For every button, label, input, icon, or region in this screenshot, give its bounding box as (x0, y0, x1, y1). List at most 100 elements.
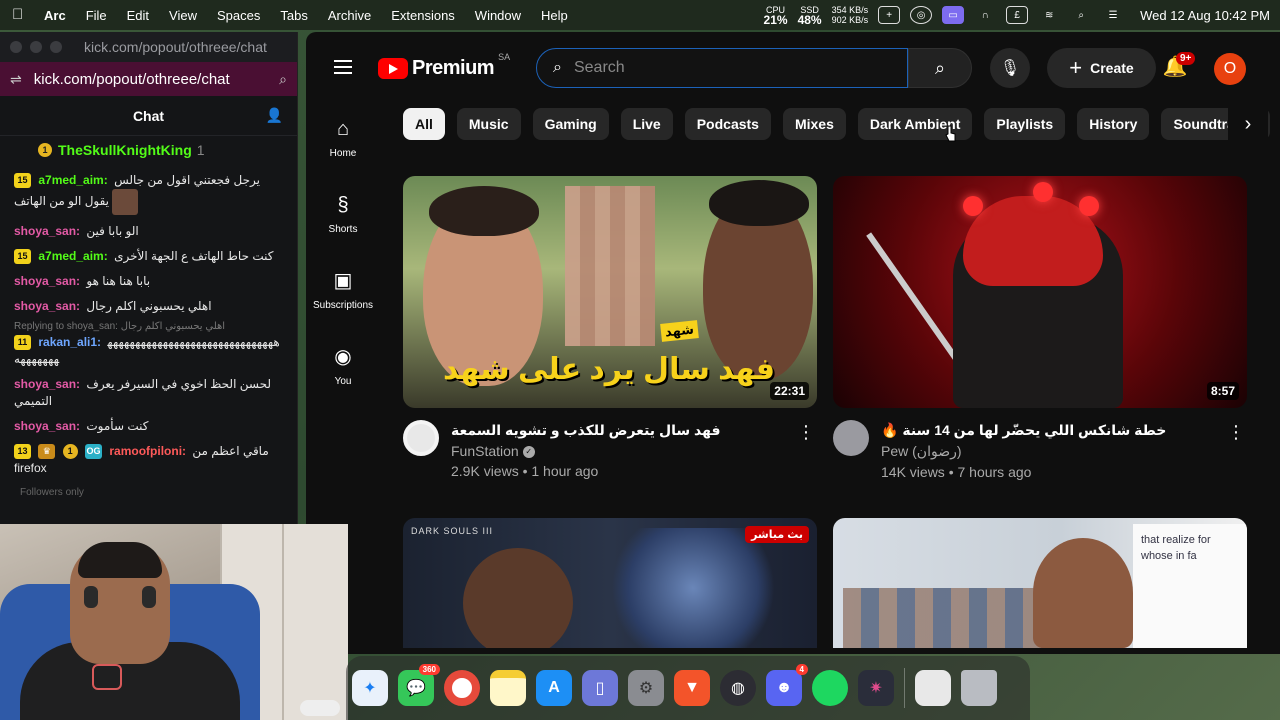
keyboard-language-icon[interactable]: £ (1006, 6, 1029, 24)
youtube-play-icon (378, 58, 408, 79)
notifications-button[interactable]: 🔔 9+ (1160, 52, 1196, 84)
kick-address-bar[interactable]: ⇌ kick.com/popout/othreee/chat ⌕ (0, 62, 297, 96)
menu-file[interactable]: File (86, 8, 107, 23)
account-avatar[interactable]: O (1214, 53, 1246, 85)
chat-username[interactable]: shoya_san: (14, 224, 80, 238)
chat-username[interactable]: rakan_ali1: (38, 335, 101, 349)
chip-all[interactable]: All (403, 108, 445, 140)
menu-extensions[interactable]: Extensions (391, 8, 455, 23)
nav-home[interactable]: ⌂ Home (306, 104, 380, 180)
menu-view[interactable]: View (169, 8, 197, 23)
chrome-icon[interactable] (444, 670, 480, 706)
video-title[interactable]: فهد سال يتعرض للكذب و تشويه السمعة (451, 420, 817, 440)
safari-icon[interactable]: ✦ (352, 670, 388, 706)
search-button[interactable]: ⌕ (908, 48, 972, 88)
channel-avatar[interactable] (403, 420, 439, 456)
close-window-icon[interactable] (10, 41, 22, 53)
search-box[interactable]: ⌕ (536, 48, 908, 88)
discord-icon[interactable]: ☻ 4 (766, 664, 808, 706)
network-stat[interactable]: 354 KB/s 902 KB/s (832, 5, 869, 25)
chip-music[interactable]: Music (456, 108, 521, 140)
video-card[interactable]: DARK SOULS III بث مباشر (403, 518, 817, 648)
control-center-icon[interactable]: ☰ (1102, 6, 1124, 24)
brave-icon[interactable]: ▼ (674, 670, 710, 706)
search-input[interactable] (573, 59, 874, 77)
menu-edit[interactable]: Edit (127, 8, 149, 23)
video-card[interactable]: شهد فهد سال يرد على شهد 22:31 فهد سال يت… (403, 176, 817, 479)
voice-search-button[interactable]: 🎙 (990, 48, 1030, 88)
messages-icon[interactable]: 💬 360 (398, 664, 440, 706)
davinci-icon[interactable]: ✷ (858, 670, 894, 706)
chip-mixes[interactable]: Mixes (782, 108, 846, 140)
spotify-icon[interactable] (812, 670, 848, 706)
app-store-icon[interactable]: A (536, 670, 572, 706)
menu-spaces[interactable]: Spaces (217, 8, 260, 23)
menu-tabs[interactable]: Tabs (280, 8, 307, 23)
video-thumbnail[interactable]: 8:57 (833, 176, 1247, 408)
nav-label: Shorts (328, 224, 358, 235)
chat-header: Chat 👤 (0, 96, 297, 136)
cpu-stat[interactable]: CPU 21% (764, 5, 788, 26)
clock[interactable]: Wed 12 Aug 10:42 PM (1140, 8, 1270, 23)
nav-subscriptions[interactable]: ▣ Subscriptions (306, 256, 380, 332)
chip-playlists[interactable]: Playlists (984, 108, 1066, 140)
pixelated-face (565, 186, 655, 346)
chat-username[interactable]: shoya_san: (14, 419, 80, 433)
chat-username[interactable]: shoya_san: (14, 299, 80, 313)
menu-archive[interactable]: Archive (328, 8, 371, 23)
screenshot-icon[interactable]: + (878, 6, 901, 24)
pinned-gifter[interactable]: 1 TheSkullKnightKing 1 (0, 136, 297, 164)
menu-window[interactable]: Window (475, 8, 521, 23)
video-card[interactable]: 8:57 🔥 خطة شانكس اللي يحضّر لها من 14 سن… (833, 176, 1247, 480)
channel-name[interactable]: Pew (رضوان) (881, 443, 1247, 460)
chip-history[interactable]: History (1077, 108, 1150, 140)
chat-text: كنت سأموت (86, 419, 149, 433)
nav-shorts[interactable]: § Shorts (306, 180, 380, 256)
downloads-stack-icon[interactable] (915, 670, 951, 706)
video-card[interactable]: that realize for whose in fa (833, 518, 1247, 648)
more-options-icon[interactable]: ⋮ (1227, 422, 1245, 443)
trash-icon[interactable] (961, 670, 997, 706)
chat-username[interactable]: a7med_aim: (38, 173, 107, 187)
more-options-icon[interactable]: ⋮ (797, 422, 815, 443)
kick-url[interactable]: kick.com/popout/othreee/chat (34, 71, 279, 88)
wifi-icon[interactable]: ≋ (1038, 6, 1060, 24)
chat-username[interactable]: a7med_aim: (38, 249, 107, 263)
ssd-stat[interactable]: SSD 48% (798, 5, 822, 26)
chat-username[interactable]: shoya_san: (14, 377, 80, 391)
spotlight-search-icon[interactable]: ⌕ (1070, 6, 1092, 24)
app-menu-arc[interactable]: Arc (44, 8, 66, 23)
channel-avatar[interactable] (833, 420, 869, 456)
menu-icon[interactable] (334, 60, 352, 74)
chip-podcasts[interactable]: Podcasts (684, 108, 771, 140)
zoom-window-icon[interactable] (50, 41, 62, 53)
chips-next-button[interactable]: › (1228, 108, 1268, 140)
create-button[interactable]: + Create (1047, 48, 1156, 88)
chat-username[interactable]: shoya_san: (14, 274, 80, 288)
chat-username[interactable]: ramoofpiloni: (109, 444, 186, 458)
video-thumbnail[interactable]: DARK SOULS III بث مباشر (403, 518, 817, 648)
notes-icon[interactable] (490, 670, 526, 706)
zoom-page-icon[interactable]: ⌕ (279, 71, 287, 88)
channel-name[interactable]: FunStation (451, 443, 519, 459)
chat-users-icon[interactable]: 👤 (266, 107, 283, 124)
site-settings-icon[interactable]: ⇌ (10, 71, 22, 88)
screen-mirror-icon[interactable]: ▭ (942, 6, 965, 24)
subscriber-badge: 15 (14, 173, 31, 189)
video-title[interactable]: 🔥 خطة شانكس اللي يحضّر لها من 14 سنة (881, 420, 1247, 440)
obs-icon[interactable]: ◍ (720, 670, 756, 706)
video-thumbnail[interactable]: شهد فهد سال يرد على شهد 22:31 (403, 176, 817, 408)
net-down: 902 KB/s (831, 15, 869, 25)
minimize-window-icon[interactable] (30, 41, 42, 53)
headphones-icon[interactable]: ∩ (974, 6, 996, 24)
menu-help[interactable]: Help (541, 8, 568, 23)
iphone-mirroring-icon[interactable]: ▯ (582, 670, 618, 706)
apple-icon[interactable]:  (12, 7, 26, 23)
system-settings-icon[interactable]: ⚙ (628, 670, 664, 706)
chip-gaming[interactable]: Gaming (532, 108, 609, 140)
nav-you[interactable]: ◉ You (306, 332, 380, 408)
video-thumbnail[interactable]: that realize for whose in fa (833, 518, 1247, 648)
chip-live[interactable]: Live (620, 108, 673, 140)
chatgpt-icon[interactable]: ◎ (910, 6, 933, 24)
youtube-premium-logo[interactable]: Premium SA (378, 52, 510, 80)
